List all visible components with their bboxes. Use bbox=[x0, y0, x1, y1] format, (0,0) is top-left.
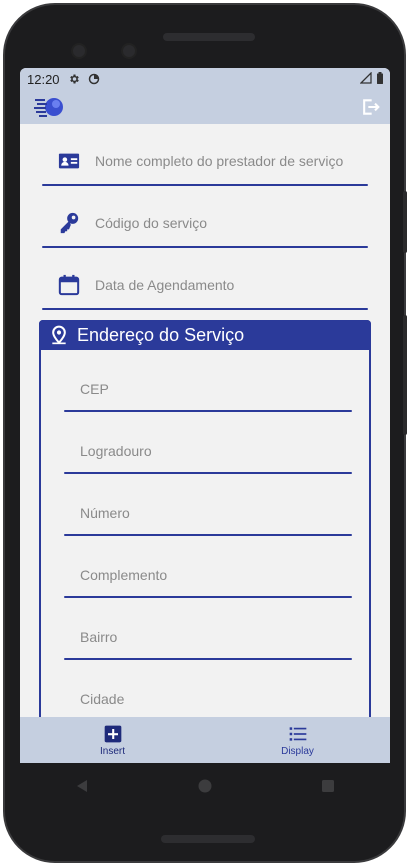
service-code-placeholder: Código do serviço bbox=[95, 215, 208, 231]
id-card-icon bbox=[58, 153, 80, 169]
key-icon bbox=[60, 212, 79, 234]
provider-name-placeholder: Nome completo do prestador de serviço bbox=[95, 153, 344, 169]
complement-field[interactable]: Complemento bbox=[64, 548, 352, 598]
signal-icon bbox=[360, 72, 372, 84]
front-sensor bbox=[121, 43, 137, 59]
system-navigation bbox=[20, 763, 390, 809]
field-underline bbox=[64, 658, 352, 660]
address-header: Endereço do Serviço bbox=[39, 320, 371, 350]
status-time: 12:20 bbox=[27, 71, 60, 87]
street-placeholder: Logradouro bbox=[80, 443, 152, 459]
nav-insert[interactable]: Insert bbox=[20, 717, 205, 763]
back-icon[interactable] bbox=[74, 778, 90, 794]
app-logo-icon[interactable] bbox=[34, 95, 64, 119]
address-title: Endereço do Serviço bbox=[77, 324, 245, 345]
cep-field[interactable]: CEP bbox=[64, 362, 352, 412]
service-code-field[interactable]: Código do serviço bbox=[42, 198, 368, 248]
neighborhood-field[interactable]: Bairro bbox=[64, 610, 352, 660]
app-bar bbox=[20, 90, 390, 124]
bottom-navigation: Insert Display bbox=[20, 717, 390, 763]
field-underline bbox=[42, 308, 368, 310]
field-underline bbox=[42, 246, 368, 248]
field-underline bbox=[64, 596, 352, 598]
calendar-icon bbox=[58, 274, 80, 296]
city-placeholder: Cidade bbox=[80, 691, 125, 707]
recents-icon[interactable] bbox=[320, 778, 336, 794]
home-icon[interactable] bbox=[197, 778, 213, 794]
schedule-date-placeholder: Data de Agendamento bbox=[95, 277, 235, 293]
app-screen: 12:20 Nome completo do prestador de serv… bbox=[20, 68, 390, 763]
status-bar: 12:20 bbox=[20, 68, 390, 90]
address-section: Endereço do Serviço CEP Logradouro Númer… bbox=[39, 320, 371, 763]
cep-placeholder: CEP bbox=[80, 381, 109, 397]
neighborhood-placeholder: Bairro bbox=[80, 629, 118, 645]
data-saver-icon bbox=[88, 73, 99, 85]
front-camera bbox=[71, 43, 87, 59]
volume-button bbox=[403, 315, 407, 435]
number-placeholder: Número bbox=[80, 505, 130, 521]
earpiece-speaker bbox=[163, 33, 255, 41]
add-box-icon bbox=[104, 725, 121, 742]
field-underline bbox=[64, 410, 352, 412]
nav-display-label: Display bbox=[281, 745, 314, 757]
field-underline bbox=[42, 184, 368, 186]
schedule-date-field[interactable]: Data de Agendamento bbox=[42, 260, 368, 310]
city-field[interactable]: Cidade bbox=[64, 672, 352, 722]
nav-display[interactable]: Display bbox=[205, 717, 390, 763]
settings-icon bbox=[69, 74, 79, 84]
list-icon bbox=[289, 726, 306, 741]
field-underline bbox=[64, 534, 352, 536]
battery-icon bbox=[377, 72, 383, 84]
number-field[interactable]: Número bbox=[64, 486, 352, 536]
logout-icon[interactable] bbox=[360, 97, 380, 117]
field-underline bbox=[64, 472, 352, 474]
complement-placeholder: Complemento bbox=[80, 567, 168, 583]
nav-insert-label: Insert bbox=[99, 745, 125, 757]
street-field[interactable]: Logradouro bbox=[64, 424, 352, 474]
location-pin-icon bbox=[52, 325, 66, 345]
bottom-speaker bbox=[161, 835, 255, 843]
power-button bbox=[403, 191, 407, 253]
provider-name-field[interactable]: Nome completo do prestador de serviço bbox=[42, 136, 368, 186]
